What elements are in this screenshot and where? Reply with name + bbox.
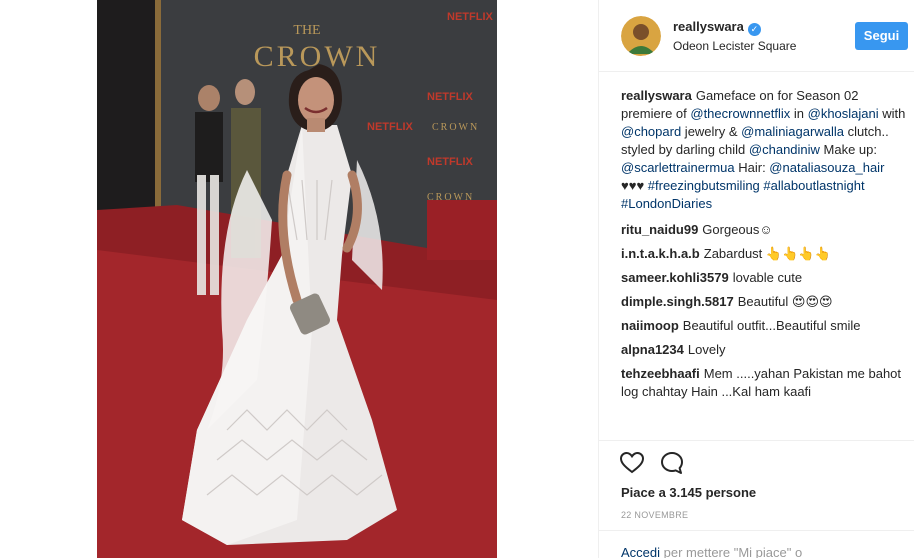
post-caption: reallyswara Gameface on for Season 02 pre… [621,87,911,213]
caption-fragment: Hair: [734,160,770,175]
post-header: reallyswara ✓ Odeon Lecister Square Segui [599,0,914,72]
caption-username[interactable]: reallyswara [621,88,692,103]
comment-item: dimple.singh.5817 Beautiful 😍😍😍 [621,293,911,311]
mention-link[interactable]: @maliniagarwalla [741,124,844,139]
divider [599,440,914,441]
comment-item: sameer.kohli3579 lovable cute [621,269,911,287]
mention-link[interactable]: @scarlettrainermua [621,160,735,175]
backdrop-netflix-4: NETFLIX [427,156,473,168]
instagram-post-view: THE CROWN NETFLIX NETFLIX NETFLIX NETFLI… [0,0,914,558]
backdrop-netflix-1: NETFLIX [447,11,493,23]
comment-text: Zabardust 👆👆👆👆 [703,246,831,261]
login-prompt: Accedi per mettere "Mi piace" o [621,545,802,558]
comment-item: ritu_naidu99 Gorgeous☺ [621,221,911,239]
verified-check-icon: ✓ [747,23,761,36]
comment-username[interactable]: ritu_naidu99 [621,222,698,237]
comment-text: Beautiful 😍😍😍 [737,294,833,309]
login-link[interactable]: Accedi [621,545,660,558]
backdrop-netflix-2: NETFLIX [427,91,473,103]
comment-item: tehzeebhaafi Mem .....yahan Pakistan me b… [621,365,911,401]
comment-item: naiimoop Beautiful outfit...Beautiful smi… [621,317,911,335]
comment-item: i.n.t.a.k.h.a.b Zabardust 👆👆👆👆 [621,245,911,263]
hashtag-link[interactable]: #LondonDiaries [621,196,712,211]
username-text[interactable]: reallyswara [673,19,744,34]
backdrop-netflix-3: NETFLIX [367,121,413,133]
hashtag-link[interactable]: #allaboutlastnight [763,178,864,193]
divider-bottom [599,530,914,531]
comment-username[interactable]: naiimoop [621,318,679,333]
avatar[interactable] [621,16,661,56]
comment-entries: ritu_naidu99 Gorgeous☺ i.n.t.a.k.h.a.b Zaba… [621,221,911,401]
comment-text: Beautiful outfit...Beautiful smile [682,318,861,333]
caption-fragment: Make up: [819,142,878,157]
caption-text: Gameface on for Season 02 premiere of @t… [621,88,905,211]
backdrop-crown-small: CROWN [432,122,479,133]
comment-item: alpna1234 Lovely [621,341,911,359]
backdrop-the: THE [293,23,320,38]
login-prompt-text: per mettere "Mi piace" o [660,545,803,558]
mention-link[interactable]: @khoslajani [808,106,879,121]
post-side-panel: reallyswara ✓ Odeon Lecister Square Segui… [598,0,914,558]
heart-outline-icon[interactable] [619,450,645,476]
caption-fragment: jewelry & [681,124,742,139]
mention-link[interactable]: @chopard [621,124,681,139]
username-link[interactable]: reallyswara ✓ [673,19,761,36]
comment-username[interactable]: tehzeebhaafi [621,366,700,381]
mention-link[interactable]: @thecrownnetflix [690,106,790,121]
follow-button[interactable]: Segui [855,22,908,50]
comment-username[interactable]: dimple.singh.5817 [621,294,734,309]
comment-username[interactable]: i.n.t.a.k.h.a.b [621,246,700,261]
mention-link[interactable]: @chandiniw [749,142,820,157]
comment-username[interactable]: sameer.kohli3579 [621,270,729,285]
caption-fragment: in [790,106,808,121]
comment-text: lovable cute [732,270,803,285]
comment-username[interactable]: alpna1234 [621,342,684,357]
caption-fragment: with [878,106,906,121]
mention-link[interactable]: @nataliasouza_hair [769,160,884,175]
likes-count[interactable]: Piace a 3.145 persone [621,485,756,500]
location-link[interactable]: Odeon Lecister Square [673,39,796,53]
backdrop-crown-small-2: CROWN [427,192,474,203]
hashtag-link[interactable]: #freezingbutsmiling [648,178,760,193]
post-date[interactable]: 22 NOVEMBRE [621,510,688,520]
post-photo[interactable]: THE CROWN NETFLIX NETFLIX NETFLIX NETFLI… [97,0,497,558]
comment-text: Lovely [687,342,726,357]
comments-list[interactable]: reallyswara Gameface on for Season 02 pre… [621,87,911,439]
comment-bubble-icon[interactable] [659,450,685,476]
comment-text: Gorgeous☺ [702,222,773,237]
photo-area: THE CROWN NETFLIX NETFLIX NETFLIX NETFLI… [0,0,598,558]
caption-fragment: ♥♥♥ [621,178,648,193]
